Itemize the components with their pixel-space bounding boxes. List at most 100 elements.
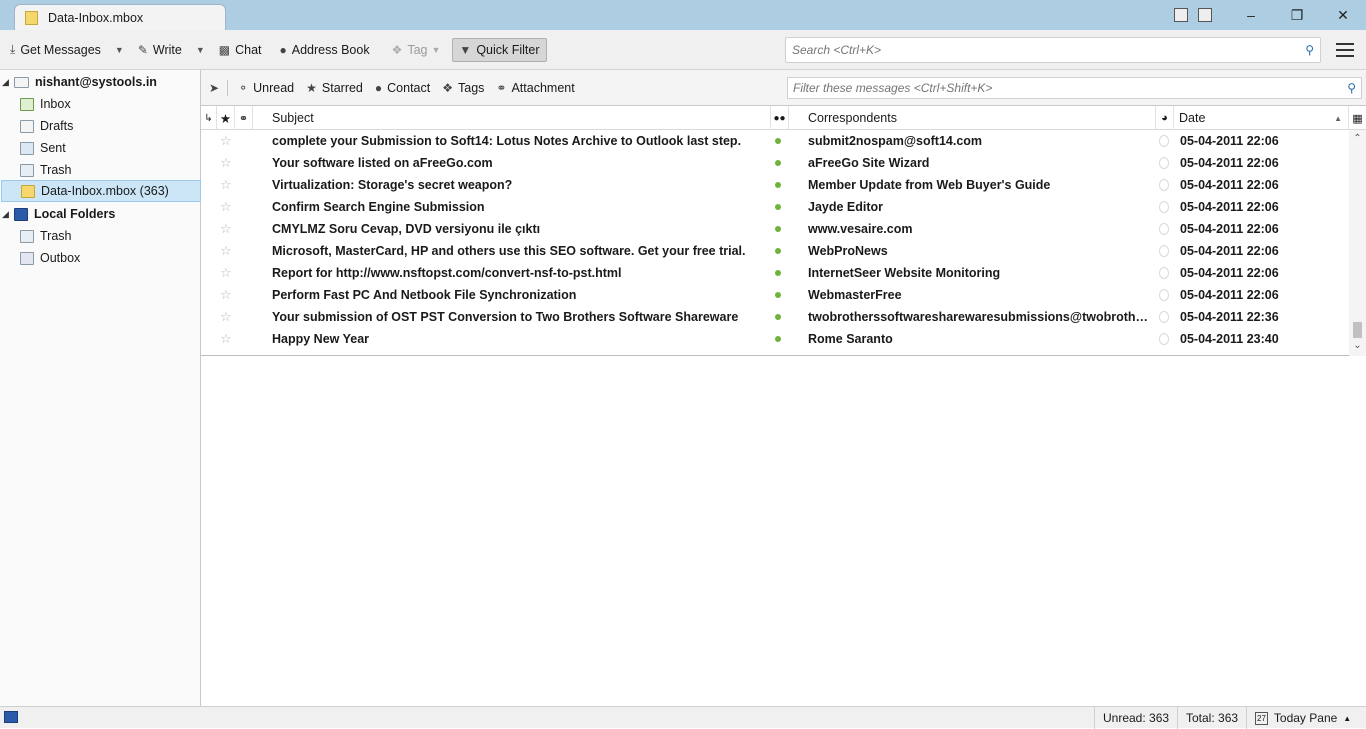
table-row[interactable]: ☆ Microsoft, MasterCard, HP and others u… xyxy=(201,240,1348,262)
table-row[interactable]: ☆ Perform Fast PC And Netbook File Synch… xyxy=(201,284,1348,306)
scroll-thumb[interactable] xyxy=(1353,322,1362,338)
star-outline-icon[interactable]: ☆ xyxy=(220,155,232,171)
write-dropdown[interactable]: ▼ xyxy=(188,38,209,62)
filter-messages-input[interactable] xyxy=(793,81,1348,95)
app-menu-button[interactable] xyxy=(1334,40,1356,60)
table-row[interactable]: ☆ Your submission of OST PST Conversion … xyxy=(201,306,1348,328)
sticky-filter-button[interactable]: ➤ xyxy=(205,77,223,99)
filter-tags-button[interactable]: ❖ Tags xyxy=(436,77,490,99)
calendar-icon[interactable] xyxy=(1174,8,1188,22)
minimize-button[interactable]: – xyxy=(1228,7,1274,23)
unread-dot-icon[interactable] xyxy=(775,226,781,232)
junk-column-header[interactable]: ◕ xyxy=(1156,106,1174,130)
table-row[interactable]: ☆ complete your Submission to Soft14: Lo… xyxy=(201,130,1348,152)
starred-column-header[interactable]: ★ xyxy=(217,106,235,130)
quick-filter-button[interactable]: ▼ Quick Filter xyxy=(452,37,547,62)
unread-dot-icon[interactable] xyxy=(775,336,781,342)
scroll-up-icon[interactable]: ⌃ xyxy=(1349,133,1366,144)
folder-trash[interactable]: Trash xyxy=(20,159,220,181)
message-correspondent: WebProNews xyxy=(808,244,888,258)
unread-dot-icon[interactable] xyxy=(775,204,781,210)
column-picker-button[interactable]: ▦ xyxy=(1349,106,1366,130)
correspondents-column-header[interactable]: Correspondents xyxy=(789,106,1156,130)
filter-contact-button[interactable]: ● Contact xyxy=(369,77,436,99)
folder-inbox[interactable]: Inbox xyxy=(20,93,220,115)
unread-dot-icon[interactable] xyxy=(775,314,781,320)
calendar-icon: 27 xyxy=(1255,711,1268,725)
search-input[interactable] xyxy=(792,43,1306,57)
filter-messages-box[interactable]: ⚲ xyxy=(787,77,1362,99)
chevron-down-icon[interactable]: ◢ xyxy=(2,209,12,220)
unread-dot-icon[interactable] xyxy=(775,248,781,254)
unread-dot-icon[interactable] xyxy=(775,182,781,188)
thread-column-header[interactable]: ↳ xyxy=(201,106,217,130)
global-search-box[interactable]: ⚲ xyxy=(785,37,1321,63)
junk-status-icon[interactable] xyxy=(1159,201,1169,213)
star-outline-icon[interactable]: ☆ xyxy=(220,331,232,347)
tab-data-inbox[interactable]: Data-Inbox.mbox xyxy=(14,4,226,31)
star-outline-icon[interactable]: ☆ xyxy=(220,243,232,259)
folder-account[interactable]: ◢ nishant@systools.in xyxy=(2,71,202,93)
task-icon[interactable] xyxy=(1198,8,1212,22)
star-outline-icon[interactable]: ☆ xyxy=(220,199,232,215)
star-outline-icon[interactable]: ☆ xyxy=(220,133,232,149)
unread-dot-icon[interactable] xyxy=(775,270,781,276)
close-button[interactable]: ✕ xyxy=(1320,7,1366,24)
table-row[interactable]: ☆ Happy New Year Rome Saranto 05-04-2011… xyxy=(201,328,1348,350)
junk-status-icon[interactable] xyxy=(1159,179,1169,191)
total-count-label: Total: 363 xyxy=(1186,711,1239,725)
restore-button[interactable]: ❐ xyxy=(1274,7,1320,24)
table-row[interactable]: ☆ Your software listed on aFreeGo.com aF… xyxy=(201,152,1348,174)
star-outline-icon[interactable]: ☆ xyxy=(220,221,232,237)
chat-button[interactable]: ▩ Chat xyxy=(213,38,268,62)
junk-status-icon[interactable] xyxy=(1159,289,1169,301)
filter-unread-button[interactable]: ⚬ Unread xyxy=(232,77,300,99)
junk-status-icon[interactable] xyxy=(1159,245,1169,257)
scroll-down-icon[interactable]: ⌄ xyxy=(1349,340,1366,351)
folder-outbox[interactable]: Outbox xyxy=(20,247,220,269)
star-outline-icon[interactable]: ☆ xyxy=(220,265,232,281)
get-messages-button[interactable]: ⤓ Get Messages xyxy=(4,38,107,62)
filter-attachment-button[interactable]: ⚭ Attachment xyxy=(490,77,580,99)
date-column-header[interactable]: Date ▲ xyxy=(1174,106,1349,130)
chevron-up-icon: ▲ xyxy=(1343,713,1352,723)
folder-label: Sent xyxy=(40,141,66,155)
table-row[interactable]: ☆ Virtualization: Storage's secret weapo… xyxy=(201,174,1348,196)
unread-dot-icon[interactable] xyxy=(775,160,781,166)
thread-scrollbar[interactable]: ⌃ ⌄ xyxy=(1349,130,1366,356)
junk-status-icon[interactable] xyxy=(1159,157,1169,169)
tab-label: Data-Inbox.mbox xyxy=(48,11,144,25)
tag-button[interactable]: ❖ Tag ▼ xyxy=(386,38,447,62)
subject-column-header[interactable]: Subject xyxy=(253,106,771,130)
address-book-button[interactable]: ● Address Book xyxy=(274,38,376,62)
table-row[interactable]: ☆ Report for http://www.nsftopst.com/con… xyxy=(201,262,1348,284)
get-messages-dropdown[interactable]: ▼ xyxy=(107,38,128,62)
table-row[interactable]: ☆ CMYLMZ Soru Cevap, DVD versiyonu ile ç… xyxy=(201,218,1348,240)
folder-label: Inbox xyxy=(40,97,71,111)
folder-drafts[interactable]: Drafts xyxy=(20,115,220,137)
star-outline-icon[interactable]: ☆ xyxy=(220,309,232,325)
search-icon[interactable]: ⚲ xyxy=(1347,81,1356,95)
today-pane-button[interactable]: 27 Today Pane ▲ xyxy=(1246,707,1366,729)
star-outline-icon[interactable]: ☆ xyxy=(220,287,232,303)
junk-status-icon[interactable] xyxy=(1159,267,1169,279)
folder-data-inbox-mbox[interactable]: Data-Inbox.mbox (363) xyxy=(1,180,201,202)
read-column-header[interactable]: ●● xyxy=(771,106,789,130)
write-button[interactable]: ✎ Write xyxy=(132,38,188,62)
folder-local-trash[interactable]: Trash xyxy=(20,225,220,247)
folder-sent[interactable]: Sent xyxy=(20,137,220,159)
search-icon[interactable]: ⚲ xyxy=(1305,43,1314,57)
unread-dot-icon[interactable] xyxy=(775,292,781,298)
table-row[interactable]: ☆ Confirm Search Engine Submission Jayde… xyxy=(201,196,1348,218)
junk-status-icon[interactable] xyxy=(1159,333,1169,345)
filter-starred-button[interactable]: ★ Starred xyxy=(300,77,369,99)
junk-status-icon[interactable] xyxy=(1159,223,1169,235)
junk-status-icon[interactable] xyxy=(1159,311,1169,323)
chevron-down-icon[interactable]: ◢ xyxy=(2,77,12,88)
folder-local-folders[interactable]: ◢ Local Folders xyxy=(2,203,202,225)
unread-dot-icon[interactable] xyxy=(775,138,781,144)
star-outline-icon[interactable]: ☆ xyxy=(220,177,232,193)
junk-status-icon[interactable] xyxy=(1159,135,1169,147)
online-status-icon[interactable] xyxy=(4,711,18,723)
attachment-column-header[interactable]: ⚭ xyxy=(235,106,253,130)
